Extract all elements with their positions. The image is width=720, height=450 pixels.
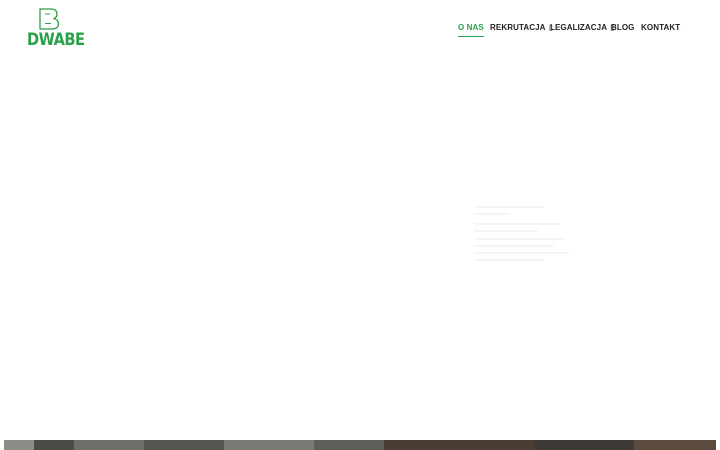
faded-text-line xyxy=(474,259,544,261)
nav-item-o-nas[interactable]: O NAS xyxy=(458,22,484,42)
image-fragment xyxy=(314,440,384,450)
nav-item-label: KONTAKT xyxy=(641,23,681,32)
faded-text-line xyxy=(474,230,538,232)
image-fragment xyxy=(384,440,534,450)
nav-item-kontakt[interactable]: KONTAKT xyxy=(641,22,680,42)
faded-text-line xyxy=(474,238,566,240)
faded-text-line xyxy=(474,245,554,247)
site-header: DWABE O NAS REKRUTACJA ▯ LEGALIZACJA ▯ BLO… xyxy=(0,0,720,62)
image-fragment xyxy=(4,440,34,450)
faded-text-line xyxy=(474,213,510,215)
nav-item-legalizacja[interactable]: LEGALIZACJA ▯ xyxy=(550,22,615,42)
image-fragment xyxy=(224,440,314,450)
nav-item-label: LEGALIZACJA xyxy=(550,23,608,32)
nav-item-label: O NAS xyxy=(458,23,484,32)
nav-item-label: REKRUTACJA xyxy=(490,23,546,32)
nav-item-blog[interactable]: BLOG xyxy=(611,22,635,42)
active-indicator xyxy=(458,36,484,37)
faded-text-line xyxy=(474,223,560,225)
nav-item-rekrutacja[interactable]: REKRUTACJA ▯ xyxy=(490,22,553,42)
faded-hero-text xyxy=(474,204,574,280)
image-fragment xyxy=(34,440,74,450)
main-nav: O NAS REKRUTACJA ▯ LEGALIZACJA ▯ BLOG KONT… xyxy=(0,22,720,42)
faded-text-line xyxy=(474,252,569,254)
image-fragment xyxy=(634,440,716,450)
image-fragment xyxy=(144,440,224,450)
image-fragment xyxy=(74,440,144,450)
image-fragment xyxy=(534,440,634,450)
hero-image xyxy=(4,440,716,450)
faded-text-line xyxy=(474,206,544,208)
nav-item-label: BLOG xyxy=(611,23,635,32)
